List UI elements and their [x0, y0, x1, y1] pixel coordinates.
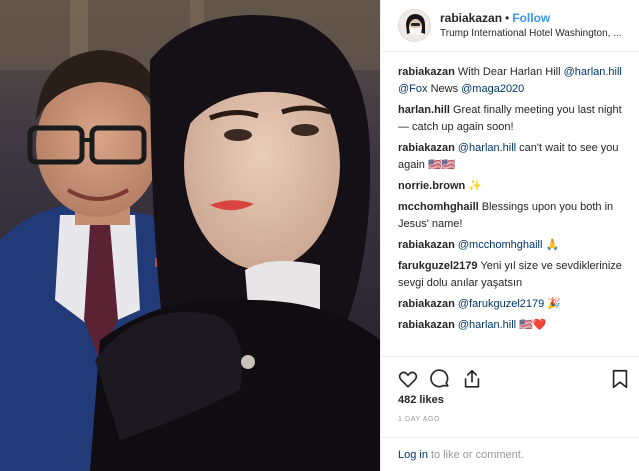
- comment-text: ✨: [468, 180, 482, 192]
- comment-username[interactable]: rabiakazan: [398, 239, 455, 251]
- header-user-line: rabiakazan • Follow: [440, 11, 550, 25]
- comment-username[interactable]: rabiakazan: [398, 66, 455, 78]
- comment-text: 🙏: [542, 239, 560, 251]
- comment-item: rabiakazan @mcchomhghaill 🙏: [398, 237, 630, 254]
- selfie-photo-image: [0, 0, 380, 471]
- comment-username[interactable]: rabiakazan: [398, 142, 455, 154]
- comment-item: rabiakazan @harlan.hill can't wait to see…: [398, 140, 630, 174]
- heart-icon[interactable]: [397, 368, 419, 390]
- header-username[interactable]: rabiakazan: [440, 11, 502, 25]
- comment-username[interactable]: rabiakazan: [398, 298, 455, 310]
- bookmark-icon[interactable]: [609, 368, 631, 390]
- comment-item: farukguzel2179 Yeni yıl size ve sevdikler…: [398, 258, 630, 292]
- post-header: rabiakazan • Follow Trump International Ho…: [381, 0, 639, 52]
- comment-item: rabiakazan @farukguzel2179 🎉: [398, 296, 630, 313]
- comment-text: With Dear Harlan Hill: [457, 66, 564, 78]
- comment-item: mcchomhghaill Blessings upon you both in …: [398, 199, 630, 233]
- share-icon[interactable]: [461, 368, 483, 390]
- location-link[interactable]: Trump International Hotel Washington, ..…: [440, 28, 628, 39]
- post-photo[interactable]: [0, 0, 380, 471]
- comment-username[interactable]: farukguzel2179: [398, 260, 477, 272]
- header-separator: •: [505, 11, 510, 25]
- comment-item: norrie.brown ✨: [398, 178, 630, 195]
- comment-item: rabiakazan @harlan.hill 🇺🇸❤️: [398, 317, 630, 334]
- comment-text: 🎉: [544, 298, 562, 310]
- mention-link[interactable]: @harlan.hill: [458, 142, 516, 154]
- post-details-panel: rabiakazan • Follow Trump International Ho…: [380, 0, 639, 471]
- comment-item: harlan.hill Great finally meeting you las…: [398, 102, 630, 136]
- mention-link[interactable]: @maga2020: [461, 83, 524, 95]
- mention-link[interactable]: @harlan.hill: [564, 66, 622, 78]
- comment-username[interactable]: harlan.hill: [398, 104, 450, 116]
- comment-text: 🇺🇸❤️: [516, 319, 547, 331]
- mention-link[interactable]: @Fox: [398, 83, 428, 95]
- comment-text: News: [427, 83, 462, 95]
- likes-count[interactable]: 482 likes: [398, 394, 444, 406]
- likes-number: 482: [398, 394, 417, 406]
- follow-button[interactable]: Follow: [512, 11, 550, 25]
- comments-list: rabiakazan With Dear Harlan Hill @harlan.…: [398, 64, 630, 356]
- login-prompt-text: to like or comment.: [430, 449, 524, 461]
- mention-link[interactable]: @mcchomhghaill: [458, 239, 543, 251]
- post-actions: 482 likes 1 DAY AGO Log in to like or comm…: [381, 356, 639, 471]
- login-link[interactable]: Log in: [398, 449, 428, 461]
- comment-username[interactable]: rabiakazan: [398, 319, 455, 331]
- avatar[interactable]: [398, 9, 431, 42]
- likes-label: likes: [419, 394, 444, 406]
- avatar-image: [399, 10, 430, 41]
- login-prompt: Log in to like or comment.: [381, 437, 639, 471]
- mention-link[interactable]: @farukguzel2179: [458, 298, 544, 310]
- comment-username[interactable]: mcchomhghaill: [398, 201, 479, 213]
- comment-username[interactable]: norrie.brown: [398, 180, 465, 192]
- comment-item: rabiakazan With Dear Harlan Hill @harlan.…: [398, 64, 630, 98]
- comment-bubble-icon[interactable]: [429, 368, 451, 390]
- mention-link[interactable]: @harlan.hill: [458, 319, 516, 331]
- post-timestamp[interactable]: 1 DAY AGO: [398, 416, 440, 423]
